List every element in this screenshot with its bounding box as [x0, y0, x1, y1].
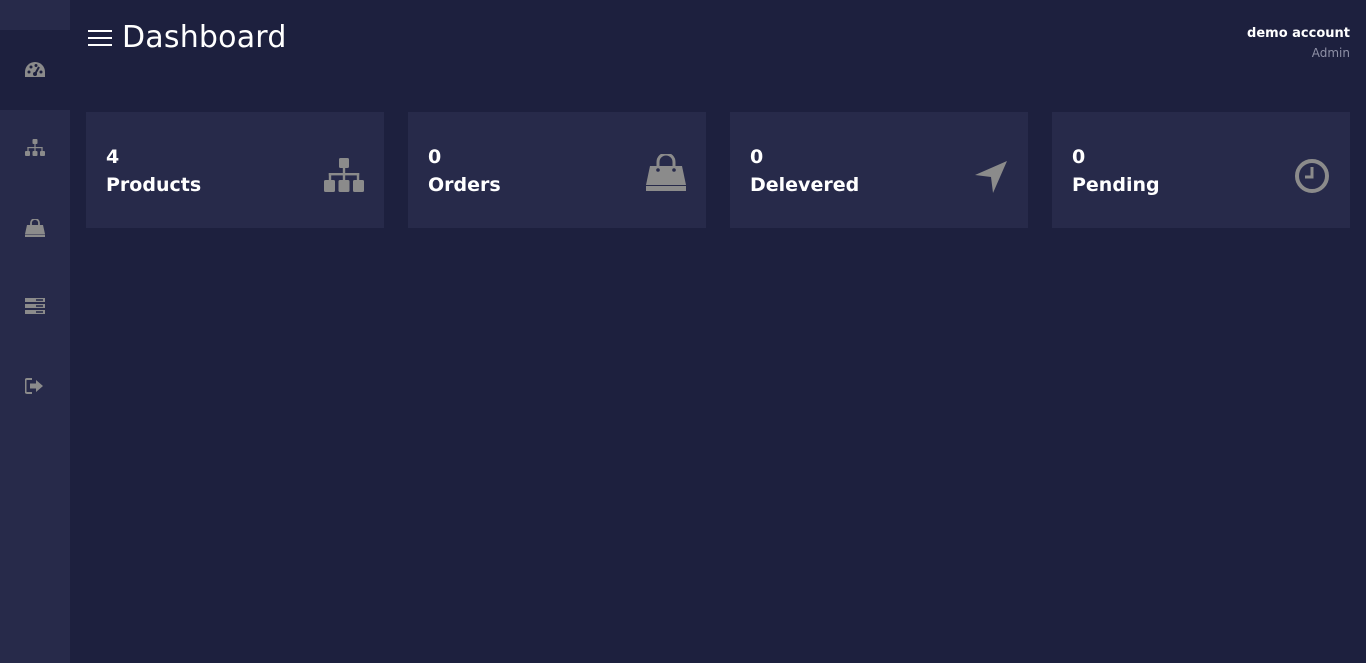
page-title: Dashboard	[88, 20, 287, 55]
card-count: 0	[1072, 146, 1086, 168]
sidebar-item-dashboard[interactable]	[0, 30, 70, 110]
shopping-bag-icon	[646, 154, 686, 191]
sidebar-item-orders[interactable]	[0, 188, 70, 268]
stat-cards: 4 Products 0 Orders 0 Delevered 0 Pendin…	[86, 112, 1350, 228]
card-label: Pending	[1072, 174, 1160, 196]
user-info[interactable]: demo account Admin	[1247, 26, 1350, 60]
server-stack-icon	[25, 298, 45, 314]
sitemap-icon	[25, 139, 45, 156]
user-name: demo account	[1247, 26, 1350, 41]
page-title-text: Dashboard	[122, 20, 287, 55]
sidebar-item-server[interactable]	[0, 266, 70, 346]
hamburger-menu-icon[interactable]	[88, 28, 112, 48]
sign-out-icon	[25, 378, 43, 394]
sidebar-item-products[interactable]	[0, 108, 70, 188]
sidebar	[0, 0, 70, 663]
card-pending[interactable]: 0 Pending	[1052, 112, 1350, 228]
sidebar-item-logout[interactable]	[0, 346, 70, 426]
card-products[interactable]: 4 Products	[86, 112, 384, 228]
sitemap-icon	[324, 158, 364, 192]
card-delivered[interactable]: 0 Delevered	[730, 112, 1028, 228]
location-arrow-icon	[975, 161, 1007, 193]
dashboard-gauge-icon	[25, 62, 45, 77]
user-role: Admin	[1311, 46, 1350, 60]
card-count: 0	[428, 146, 442, 168]
card-label: Orders	[428, 174, 501, 196]
shopping-bag-icon	[25, 219, 45, 237]
card-label: Delevered	[750, 174, 860, 196]
card-count: 4	[106, 146, 120, 168]
card-label: Products	[106, 174, 202, 196]
card-orders[interactable]: 0 Orders	[408, 112, 706, 228]
card-count: 0	[750, 146, 764, 168]
clock-icon	[1295, 159, 1329, 193]
top-bar: Dashboard demo account Admin	[70, 0, 1366, 80]
